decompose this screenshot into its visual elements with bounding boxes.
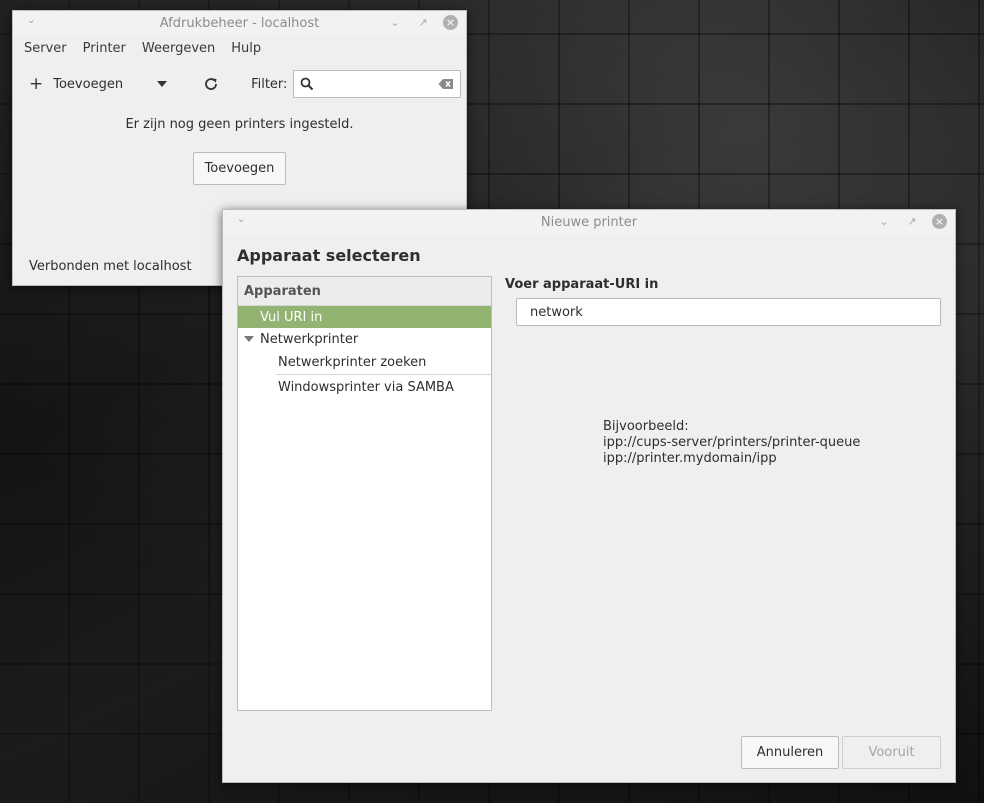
menubar: Server Printer Weergeven Hulp bbox=[13, 35, 466, 61]
example-heading: Bijvoorbeeld: bbox=[603, 419, 689, 434]
maximize-icon[interactable]: ↗ bbox=[415, 14, 431, 30]
main-window-title: Afdrukbeheer - localhost bbox=[159, 15, 320, 31]
minimize-icon[interactable]: ⌄ bbox=[876, 213, 892, 229]
uri-example: Bijvoorbeeld: ipp://cups-server/printers… bbox=[603, 419, 860, 467]
device-item-find-network[interactable]: Netwerkprinter zoeken bbox=[238, 350, 491, 374]
window-menu-icon[interactable]: ⌄ bbox=[27, 15, 35, 26]
status-text: Verbonden met localhost bbox=[29, 259, 192, 274]
add-printer-center-button[interactable]: Toevoegen bbox=[193, 152, 286, 185]
dialog-titlebar[interactable]: ⌄ Nieuwe printer ⌄ ↗ × bbox=[223, 210, 955, 234]
toolbar: + Toevoegen Filter: bbox=[13, 61, 466, 107]
close-icon[interactable]: × bbox=[932, 213, 947, 229]
search-icon bbox=[301, 77, 314, 91]
add-printer-label: Toevoegen bbox=[53, 76, 124, 92]
add-printer-button[interactable]: + Toevoegen bbox=[29, 73, 124, 94]
close-icon[interactable]: × bbox=[443, 14, 458, 30]
filter-label: Filter: bbox=[251, 76, 288, 92]
minimize-icon[interactable]: ⌄ bbox=[387, 14, 403, 30]
device-list: Apparaten Vul URI in Netwerkprinter Netw… bbox=[237, 276, 492, 711]
dialog-title: Nieuwe printer bbox=[540, 214, 638, 230]
chevron-down-icon[interactable] bbox=[157, 81, 168, 87]
plus-icon: + bbox=[29, 73, 44, 94]
device-item-uri[interactable]: Vul URI in bbox=[238, 306, 491, 328]
page-title: Apparaat selecteren bbox=[237, 246, 421, 265]
new-printer-dialog: ⌄ Nieuwe printer ⌄ ↗ × Apparaat selecter… bbox=[222, 209, 956, 783]
uri-label: Voer apparaat-URI in bbox=[505, 277, 659, 292]
window-menu-icon[interactable]: ⌄ bbox=[237, 214, 245, 225]
example-line: ipp://printer.mydomain/ipp bbox=[603, 451, 777, 466]
device-group-label: Netwerkprinter bbox=[260, 331, 359, 347]
refresh-icon[interactable] bbox=[203, 76, 219, 92]
menu-hulp[interactable]: Hulp bbox=[231, 41, 261, 56]
empty-message: Er zijn nog geen printers ingesteld. bbox=[125, 117, 354, 132]
menu-printer[interactable]: Printer bbox=[83, 41, 126, 56]
menu-weergeven[interactable]: Weergeven bbox=[142, 41, 215, 56]
maximize-icon[interactable]: ↗ bbox=[904, 213, 920, 229]
device-list-header[interactable]: Apparaten bbox=[238, 277, 491, 306]
device-group-network[interactable]: Netwerkprinter bbox=[238, 328, 491, 350]
device-item-samba[interactable]: Windowsprinter via SAMBA bbox=[238, 375, 491, 399]
cancel-button[interactable]: Annuleren bbox=[741, 736, 839, 769]
filter-input[interactable] bbox=[293, 70, 462, 98]
next-button[interactable]: Vooruit bbox=[842, 736, 941, 769]
uri-input[interactable]: network bbox=[516, 298, 941, 326]
menu-server[interactable]: Server bbox=[24, 41, 67, 56]
expander-icon[interactable] bbox=[244, 336, 254, 342]
main-titlebar[interactable]: ⌄ Afdrukbeheer - localhost ⌄ ↗ × bbox=[13, 11, 466, 35]
clear-icon[interactable] bbox=[438, 78, 454, 90]
example-line: ipp://cups-server/printers/printer-queue bbox=[603, 435, 861, 450]
